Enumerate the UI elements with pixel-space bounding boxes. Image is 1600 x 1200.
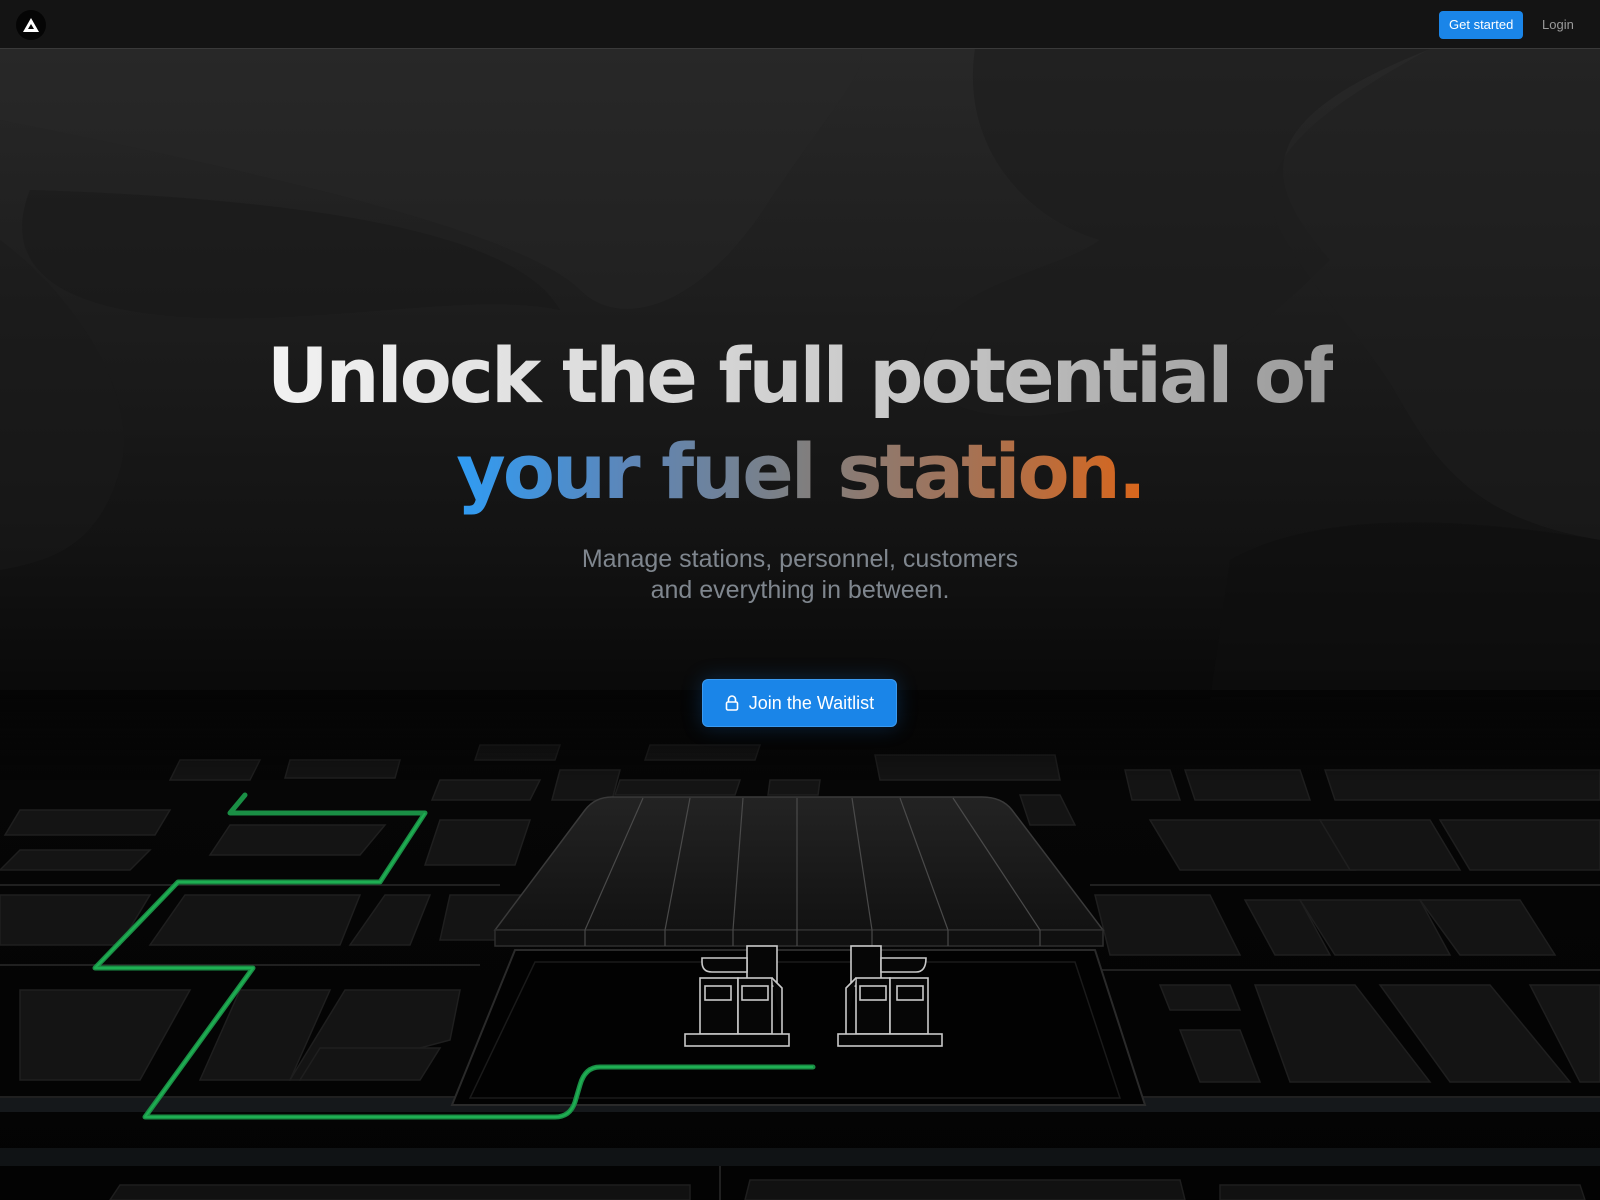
hero-title-line1: Unlock the full potential of bbox=[267, 328, 1336, 424]
hero-title-line2: your fuel station. bbox=[456, 424, 1146, 520]
hero-subtitle: Manage stations, personnel, customers an… bbox=[500, 544, 1100, 606]
hero-title: Unlock the full potential of your fuel s… bbox=[0, 328, 1600, 520]
lock-icon bbox=[725, 695, 739, 711]
get-started-button[interactable]: Get started bbox=[1439, 11, 1524, 39]
station-lot bbox=[450, 949, 1147, 1106]
join-waitlist-label: Join the Waitlist bbox=[748, 692, 875, 713]
landing-page: Get started Login Unlock the full potent… bbox=[0, 0, 1600, 1200]
triangle-logo-icon[interactable] bbox=[16, 10, 46, 40]
login-link[interactable]: Login bbox=[1542, 11, 1574, 39]
logo-glyph bbox=[23, 18, 39, 32]
fuel-canopy bbox=[493, 796, 1105, 947]
hero-subtitle-line1: Manage stations, personnel, customers bbox=[581, 545, 1019, 573]
hero-subtitle-line2: and everything in between. bbox=[650, 576, 950, 604]
top-navbar: Get started Login bbox=[0, 0, 1600, 49]
join-waitlist-button[interactable]: Join the Waitlist bbox=[702, 679, 897, 727]
